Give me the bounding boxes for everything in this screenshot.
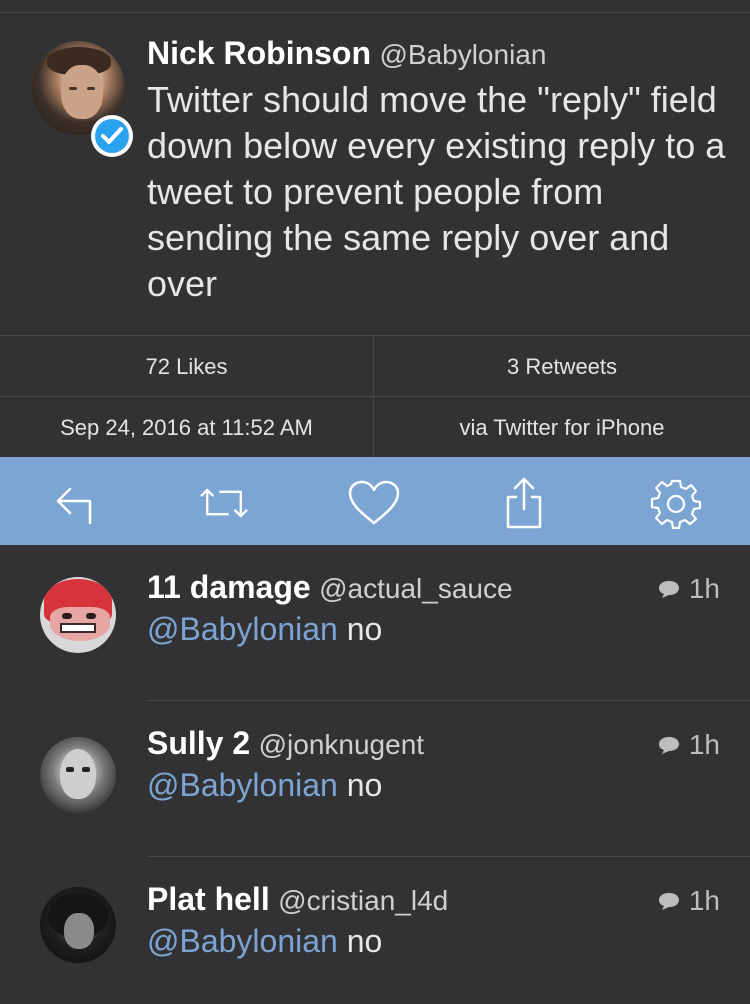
speech-bubble-icon <box>658 737 679 754</box>
avatar[interactable] <box>40 577 116 653</box>
author-handle[interactable]: @Babylonian <box>379 39 546 70</box>
mention-link[interactable]: @Babylonian <box>147 923 338 959</box>
retweet-icon[interactable] <box>196 475 252 531</box>
tweet-timestamp: Sep 24, 2016 at 11:52 AM <box>0 397 374 458</box>
avatar-eye <box>87 87 95 90</box>
reply-author-handle[interactable]: @jonknugent <box>259 729 424 760</box>
reply-author-handle[interactable]: @cristian_l4d <box>278 885 448 916</box>
reply-author-handle[interactable]: @actual_sauce <box>319 573 512 604</box>
avatar[interactable] <box>40 737 116 813</box>
avatar-eye <box>69 87 77 90</box>
tweet-stats: 72 Likes 3 Retweets Sep 24, 2016 at 11:5… <box>0 335 750 458</box>
avatar[interactable] <box>40 887 116 963</box>
reply-author-name[interactable]: Sully 2 <box>147 725 250 761</box>
main-tweet: Nick Robinson @Babylonian Twitter should… <box>0 13 750 335</box>
mention-link[interactable]: @Babylonian <box>147 767 338 803</box>
reply-text: @Babylonian no <box>147 611 383 647</box>
reply-item[interactable]: Sully 2 @jonknugent 1h @Babylonian no <box>0 701 750 857</box>
reply-item[interactable]: 11 damage @actual_sauce 1h @Babylonian n… <box>0 545 750 701</box>
action-bar <box>0 457 750 545</box>
tweet-source[interactable]: via Twitter for iPhone <box>374 397 750 458</box>
reply-author-name[interactable]: 11 damage <box>147 569 311 605</box>
reply-text: @Babylonian no <box>147 767 383 803</box>
verified-badge-icon <box>91 115 133 157</box>
retweets-count[interactable]: 3 Retweets <box>374 336 750 397</box>
reply-author-line: Sully 2 @jonknugent <box>147 725 424 762</box>
avatar-face <box>61 65 103 119</box>
reply-icon[interactable] <box>46 475 102 531</box>
settings-icon[interactable] <box>648 475 704 531</box>
reply-author-line: 11 damage @actual_sauce <box>147 569 513 606</box>
share-icon[interactable] <box>496 475 552 531</box>
reply-author-line: Plat hell @cristian_l4d <box>147 881 448 918</box>
reply-time: 1h <box>657 729 720 761</box>
reply-item[interactable]: Plat hell @cristian_l4d 1h @Babylonian n… <box>0 857 750 1004</box>
likes-count[interactable]: 72 Likes <box>0 336 374 397</box>
speech-bubble-icon <box>658 581 679 598</box>
mention-link[interactable]: @Babylonian <box>147 611 338 647</box>
like-icon[interactable] <box>346 475 402 531</box>
tweet-text: Twitter should move the "reply" field do… <box>147 79 726 304</box>
reply-time: 1h <box>657 573 720 605</box>
reply-time: 1h <box>657 885 720 917</box>
reply-author-name[interactable]: Plat hell <box>147 881 270 917</box>
speech-bubble-icon <box>658 893 679 910</box>
author-line: Nick Robinson @Babylonian <box>147 35 546 72</box>
reply-text: @Babylonian no <box>147 923 383 959</box>
author-name[interactable]: Nick Robinson <box>147 35 371 71</box>
